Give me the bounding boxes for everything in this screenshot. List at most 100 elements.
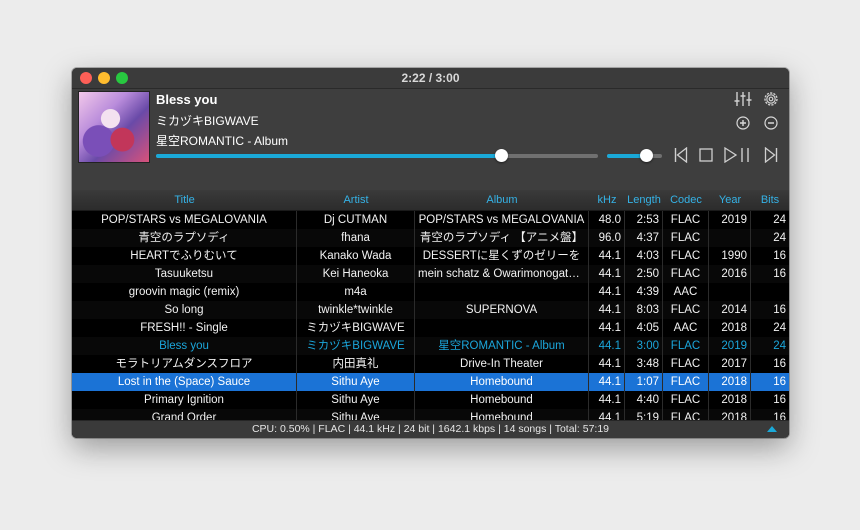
cell-artist: 内田真礼 <box>297 355 415 373</box>
player-window: 2:22 / 3:00 Bless you ミカヅキBIGWAVE 星空ROMA… <box>72 68 789 438</box>
cell-codec: FLAC <box>663 229 709 247</box>
column-header-album[interactable]: Album <box>415 194 589 206</box>
cell-length: 2:53 <box>625 211 663 229</box>
column-header-title[interactable]: Title <box>72 194 297 206</box>
volume-slider[interactable] <box>607 149 662 162</box>
cell-khz: 44.1 <box>589 391 625 409</box>
cell-title: 青空のラプソディ <box>72 229 297 247</box>
cell-artist: twinkle*twinkle <box>297 301 415 319</box>
cell-year: 2014 <box>709 301 751 319</box>
column-header-bits[interactable]: Bits <box>751 194 789 206</box>
cell-length: 8:03 <box>625 301 663 319</box>
skip-forward-icon[interactable] <box>764 147 778 163</box>
cell-album: SUPERNOVA <box>415 301 589 319</box>
cell-album: Homebound <box>415 373 589 391</box>
cell-bits: 16 <box>773 394 786 406</box>
play-icon[interactable] <box>724 147 737 163</box>
cell-album: Homebound <box>415 391 589 409</box>
status-text: CPU: 0.50% | FLAC | 44.1 kHz | 24 bit | … <box>251 423 610 435</box>
cell-year: 2018 <box>709 319 751 337</box>
table-row[interactable]: Primary Ignition Sithu Aye Homebound 44.1 4:… <box>72 391 789 409</box>
minus-circle-icon[interactable] <box>764 116 778 130</box>
cell-codec: FLAC <box>663 355 709 373</box>
column-header-khz[interactable]: kHz <box>589 194 625 206</box>
table-row[interactable]: FRESH!! - Single ミカヅキBIGWAVE 44.1 4:05 AAC 20… <box>72 319 789 337</box>
cell-title: So long <box>72 301 297 319</box>
cell-codec: FLAC <box>663 391 709 409</box>
now-playing-panel: Bless you ミカヅキBIGWAVE 星空ROMANTIC - Album <box>72 89 789 190</box>
cell-bits <box>751 283 789 301</box>
cell-album <box>415 319 589 337</box>
equalizer-icon[interactable] <box>734 91 752 107</box>
cell-bits: 16 <box>773 304 786 316</box>
seek-bar-knob[interactable] <box>494 149 508 162</box>
table-row[interactable]: 青空のラプソディ fhana 青空のラプソディ 【アニメ盤】 96.0 4:37 FLAC… <box>72 229 789 247</box>
cell-bits: 24 <box>773 322 786 334</box>
cell-year <box>709 283 751 301</box>
scroll-to-top-icon[interactable] <box>767 426 777 432</box>
cell-artist: Sithu Aye <box>297 391 415 409</box>
table-row[interactable]: Bless you ミカヅキBIGWAVE 星空ROMANTIC - Album 44… <box>72 337 789 355</box>
column-header-artist[interactable]: Artist <box>297 194 415 206</box>
cell-title: Bless you <box>72 337 297 355</box>
cell-length: 1:07 <box>625 373 663 391</box>
cell-album: Drive-In Theater <box>415 355 589 373</box>
cell-khz: 44.1 <box>589 265 625 283</box>
column-header-length[interactable]: Length <box>625 194 663 206</box>
cell-title: FRESH!! - Single <box>72 319 297 337</box>
cell-album: 青空のラプソディ 【アニメ盤】 <box>415 229 589 247</box>
gear-icon[interactable] <box>762 90 780 108</box>
cell-length: 4:39 <box>625 283 663 301</box>
table-row[interactable]: Tasuuketsu Kei Haneoka mein schatz & Owari… <box>72 265 789 283</box>
now-playing-artist: ミカヅキBIGWAVE <box>156 114 259 128</box>
cell-artist: Kei Haneoka <box>297 265 415 283</box>
cell-bits: 16 <box>773 250 786 262</box>
cell-year <box>709 229 751 247</box>
title-bar[interactable]: 2:22 / 3:00 <box>72 68 789 89</box>
cell-codec: FLAC <box>663 211 709 229</box>
plus-circle-icon[interactable] <box>736 116 750 130</box>
cell-artist: m4a <box>297 283 415 301</box>
cell-codec: FLAC <box>663 337 709 355</box>
cell-title: Tasuuketsu <box>72 265 297 283</box>
cell-bits: 16 <box>773 268 786 280</box>
cell-khz: 44.1 <box>589 373 625 391</box>
column-header-codec[interactable]: Codec <box>663 194 709 206</box>
album-art <box>78 91 150 163</box>
cell-length: 4:03 <box>625 247 663 265</box>
cell-khz: 96.0 <box>589 229 625 247</box>
cell-length: 4:37 <box>625 229 663 247</box>
table-row[interactable]: So long twinkle*twinkle SUPERNOVA 44.1 8:03 F… <box>72 301 789 319</box>
cell-year: 2018 <box>709 391 751 409</box>
cell-bits: 24 <box>773 340 786 352</box>
table-row[interactable]: POP/STARS vs MEGALOVANIA Dj CUTMAN POP/STA… <box>72 211 789 229</box>
window-title: 2:22 / 3:00 <box>401 71 460 85</box>
cell-khz: 44.1 <box>589 247 625 265</box>
cell-length: 4:40 <box>625 391 663 409</box>
cell-title: groovin magic (remix) <box>72 283 297 301</box>
cell-year: 2016 <box>709 265 751 283</box>
cell-length: 4:05 <box>625 319 663 337</box>
cell-title: POP/STARS vs MEGALOVANIA <box>72 211 297 229</box>
cell-bits: 24 <box>773 214 786 226</box>
cell-album: DESSERTに星くずのゼリーを <box>415 247 589 265</box>
table-row[interactable]: Lost in the (Space) Sauce Sithu Aye Homebo… <box>72 373 789 391</box>
table-row[interactable]: HEARTでふりむいて Kanako Wada DESSERTに星くずのゼリーを 44… <box>72 247 789 265</box>
column-header-year[interactable]: Year <box>709 194 751 206</box>
table-row[interactable]: groovin magic (remix) m4a 44.1 4:39 AAC <box>72 283 789 301</box>
cell-khz: 44.1 <box>589 319 625 337</box>
cell-album: POP/STARS vs MEGALOVANIA <box>415 211 589 229</box>
seek-bar[interactable] <box>156 149 598 162</box>
cell-artist: Dj CUTMAN <box>297 211 415 229</box>
cell-codec: FLAC <box>663 247 709 265</box>
cell-length: 2:50 <box>625 265 663 283</box>
pause-icon[interactable] <box>740 147 750 163</box>
cell-title: Primary Ignition <box>72 391 297 409</box>
cell-codec: FLAC <box>663 301 709 319</box>
cell-title: モラトリアムダンスフロア <box>72 355 297 373</box>
table-row[interactable]: モラトリアムダンスフロア 内田真礼 Drive-In Theater 44.1 3:48… <box>72 355 789 373</box>
cell-codec: FLAC <box>663 265 709 283</box>
skip-back-icon[interactable] <box>674 147 688 163</box>
stop-icon[interactable] <box>699 148 713 162</box>
volume-slider-knob[interactable] <box>639 149 653 162</box>
